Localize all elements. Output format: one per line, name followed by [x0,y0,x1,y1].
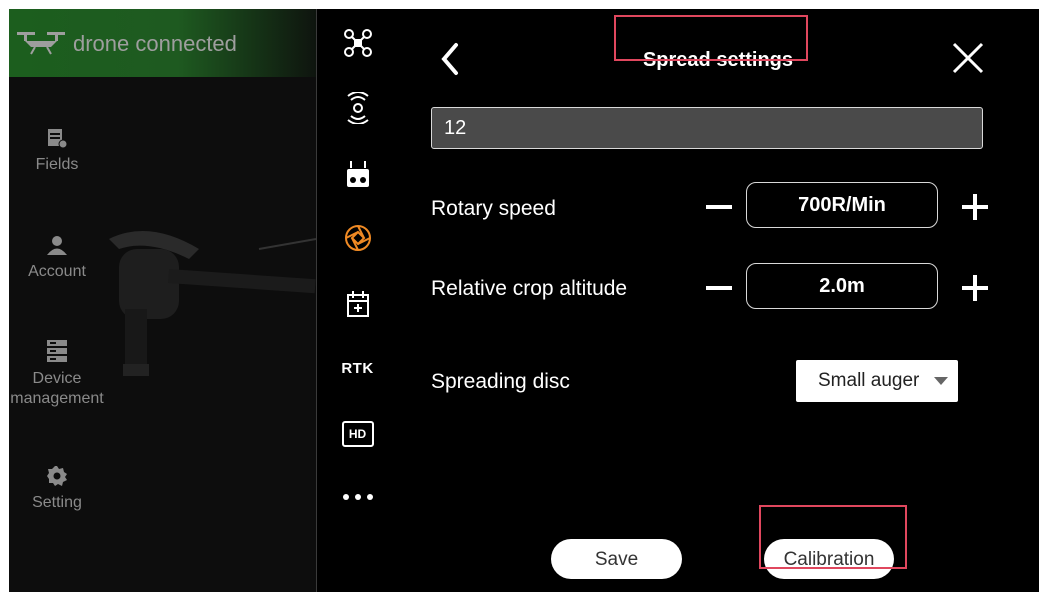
sidebar-item-fields[interactable]: Fields [9,127,105,175]
rotary-speed-label: Rotary speed [431,197,556,220]
connection-status-bar[interactable]: drone connected [9,9,316,77]
rotary-speed-value[interactable]: 700R/Min [746,182,938,228]
highlight-box-calibration [759,505,907,569]
crop-altitude-label: Relative crop altitude [431,277,628,300]
rtk-icon[interactable]: RTK [317,356,398,380]
calendar-icon[interactable] [317,287,398,321]
spreader-icon[interactable] [317,221,398,255]
spreading-disc-value: Small auger [818,370,920,391]
highlight-box-title [614,15,808,61]
left-sidebar: drone connected Fields Account Device ma… [9,9,316,592]
crop-altitude-value[interactable]: 2.0m [746,263,938,309]
save-button[interactable]: Save [551,539,682,579]
app-screen: drone connected Fields Account Device ma… [9,9,1039,592]
drone-status-icon [17,32,65,55]
signal-icon[interactable] [317,91,398,125]
close-icon[interactable] [951,41,985,75]
hd-icon[interactable]: HD [317,417,398,451]
more-icon[interactable] [317,487,398,507]
crop-altitude-increase-button[interactable] [960,273,990,303]
sidebar-item-label: Fields [35,156,79,173]
rotary-speed-increase-button[interactable] [960,192,990,222]
remote-controller-icon[interactable] [317,157,398,191]
tool-icon-column: RTK HD [316,9,399,592]
hd-label: HD [348,427,367,441]
drone-arm-background [109,231,316,376]
fields-icon [48,129,68,149]
rtk-label: RTK [341,359,374,377]
back-arrow-icon[interactable] [434,39,464,79]
sidebar-item-account[interactable]: Account [9,234,105,282]
spread-settings-panel: Spread settings Rotary speed 700R/Min Re… [398,9,1039,592]
sidebar-item-setting[interactable]: Setting [9,465,105,513]
crop-altitude-decrease-button[interactable] [704,273,734,303]
spreading-disc-label: Spreading disc [431,370,570,393]
chevron-down-icon [934,377,948,385]
account-icon [47,236,67,255]
gear-icon [47,466,67,486]
connection-status-text: drone connected [73,31,237,56]
spreading-disc-select[interactable]: Small auger [796,360,958,402]
sidebar-item-label: Account [28,263,86,280]
drone-icon[interactable] [317,27,398,59]
sidebar-item-label: Setting [32,494,82,511]
value-input[interactable] [431,107,983,149]
sidebar-item-device-management[interactable]: Device management [9,339,105,409]
device-icon [47,340,67,362]
rotary-speed-decrease-button[interactable] [704,192,734,222]
sidebar-item-label: Device management [10,370,104,407]
